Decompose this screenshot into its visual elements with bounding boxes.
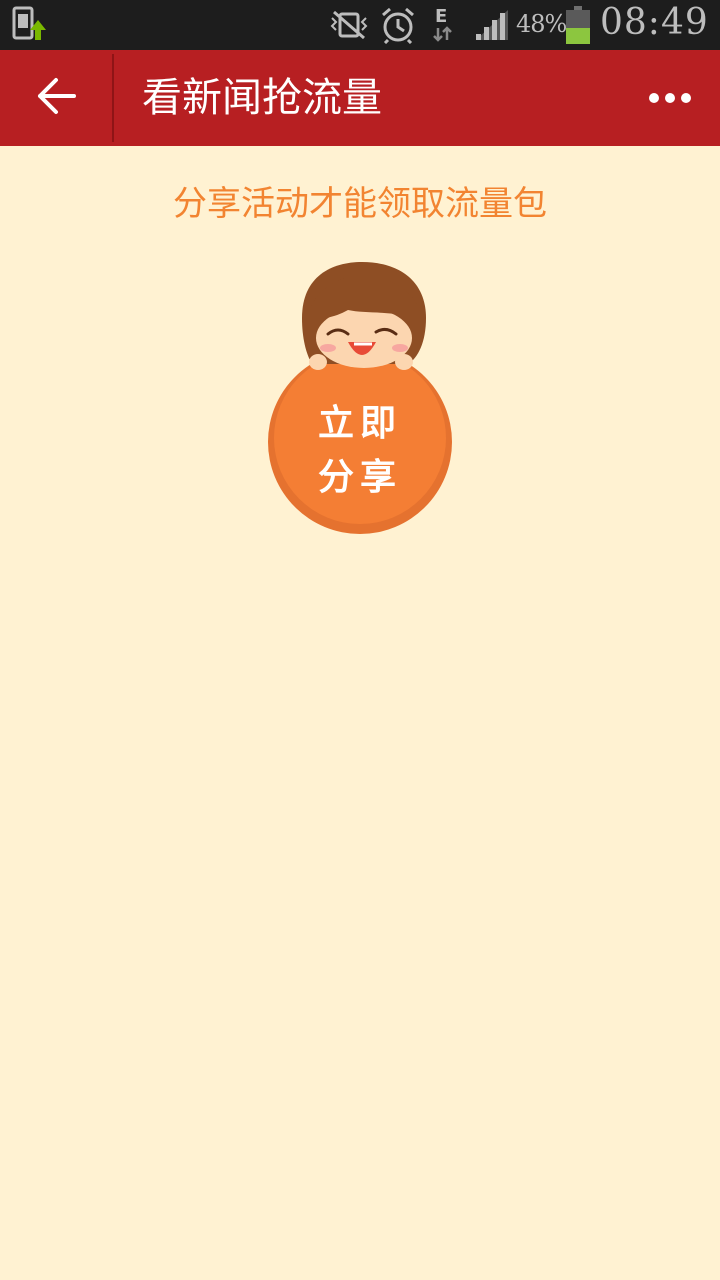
data-transfer-icon: E xyxy=(430,6,456,44)
arrow-left-icon xyxy=(34,76,78,120)
alarm-icon xyxy=(380,6,416,45)
app-bar: 看新闻抢流量 xyxy=(0,50,720,146)
page-title: 看新闻抢流量 xyxy=(142,75,382,121)
more-dots-icon xyxy=(648,89,692,108)
vibrate-icon xyxy=(330,10,368,40)
battery-icon xyxy=(566,6,590,44)
back-button[interactable] xyxy=(0,50,112,146)
battery-percent: 48% xyxy=(516,10,567,38)
more-button[interactable] xyxy=(630,50,710,146)
status-bar: E 48% 08:49 xyxy=(0,0,720,50)
app-bar-divider xyxy=(112,54,114,142)
share-button-label-line2: 分享 xyxy=(317,457,402,498)
share-button-label-line1: 立即 xyxy=(317,403,402,444)
share-now-button[interactable]: 立即 分享 xyxy=(262,258,458,540)
clock-time: 08:49 xyxy=(600,2,709,43)
phone-upload-icon xyxy=(12,6,52,44)
signal-icon xyxy=(474,8,510,42)
share-prompt-headline: 分享活动才能领取流量包 xyxy=(173,184,547,224)
